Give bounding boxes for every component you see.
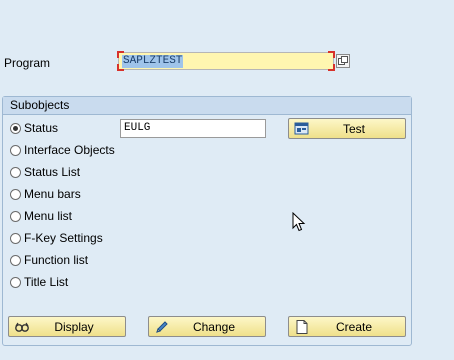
program-value: SAPLZTEST <box>122 55 184 68</box>
option-menu-list-label: Menu list <box>24 209 73 223</box>
option-status[interactable]: Status <box>10 120 58 136</box>
copy-icon <box>338 56 348 65</box>
status-input[interactable]: EULG <box>120 119 266 138</box>
option-menu-bars-label: Menu bars <box>24 187 81 201</box>
option-title-list[interactable]: Title List <box>10 274 68 290</box>
create-button[interactable]: Create <box>288 316 406 337</box>
option-title-list-label: Title List <box>24 275 69 289</box>
test-button[interactable]: Test <box>288 118 406 139</box>
radio-status[interactable] <box>10 122 21 134</box>
change-button[interactable]: Change <box>148 316 266 337</box>
radio-menu-bars[interactable] <box>10 188 21 200</box>
option-f-key-settings-label: F-Key Settings <box>24 231 103 245</box>
radio-status-list[interactable] <box>10 166 21 178</box>
option-function-list-label: Function list <box>24 253 89 267</box>
option-function-list[interactable]: Function list <box>10 252 88 268</box>
display-icon <box>15 322 29 332</box>
option-menu-bars[interactable]: Menu bars <box>10 186 81 202</box>
display-button[interactable]: Display <box>8 316 126 337</box>
option-interface-objects[interactable]: Interface Objects <box>10 142 115 158</box>
radio-title-list[interactable] <box>10 276 21 288</box>
radio-function-list[interactable] <box>10 254 21 266</box>
program-input[interactable]: SAPLZTEST <box>117 51 335 71</box>
subobjects-title: Subobjects <box>10 98 70 112</box>
option-status-list[interactable]: Status List <box>10 164 80 180</box>
radio-f-key-settings[interactable] <box>10 232 21 244</box>
test-icon <box>294 122 309 135</box>
create-document-icon <box>296 320 308 334</box>
option-f-key-settings[interactable]: F-Key Settings <box>10 230 103 246</box>
program-label: Program <box>4 56 51 70</box>
option-interface-objects-label: Interface Objects <box>24 143 115 157</box>
mouse-cursor-icon <box>292 212 306 232</box>
option-status-list-label: Status List <box>24 165 81 179</box>
change-pencil-icon <box>156 321 168 333</box>
copy-button[interactable] <box>336 54 350 68</box>
subobjects-header: Subobjects <box>3 97 411 115</box>
option-menu-list[interactable]: Menu list <box>10 208 72 224</box>
radio-interface-objects[interactable] <box>10 144 21 156</box>
option-status-label: Status <box>24 121 59 135</box>
radio-menu-list[interactable] <box>10 210 21 222</box>
